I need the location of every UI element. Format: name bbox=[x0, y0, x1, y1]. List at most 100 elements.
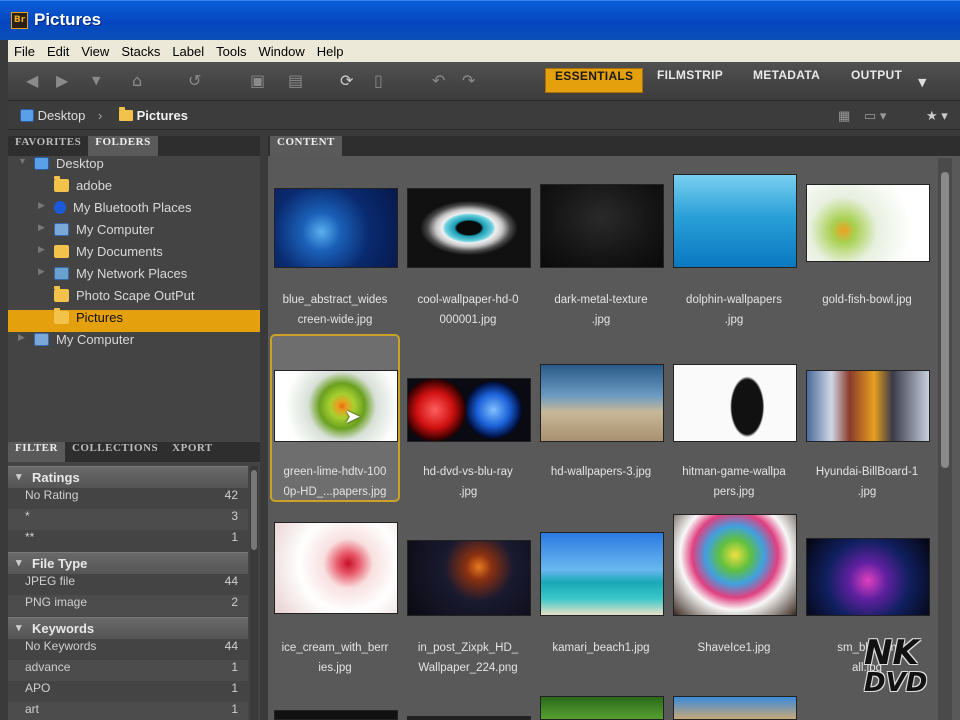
workspace-filmstrip[interactable]: FILMSTRIP bbox=[648, 68, 732, 93]
breadcrumb-pictures[interactable]: Pictures bbox=[119, 107, 188, 123]
menu-label[interactable]: Label bbox=[166, 44, 210, 59]
thumbnail-image[interactable] bbox=[407, 378, 531, 442]
tab-folders[interactable]: FOLDERS bbox=[88, 136, 158, 156]
thumbnail-item[interactable]: Hyundai-BillBoard-1 .jpg bbox=[802, 334, 932, 502]
thumbnail-image[interactable] bbox=[407, 716, 531, 720]
filter-row[interactable]: JPEG file 44 bbox=[8, 574, 248, 595]
forward-arrow-icon[interactable]: ▶ bbox=[56, 72, 68, 90]
filter-row[interactable]: No Rating 42 bbox=[8, 488, 248, 509]
menu-file[interactable]: File bbox=[8, 44, 41, 59]
thumbnail-image[interactable] bbox=[540, 696, 664, 720]
menu-stacks[interactable]: Stacks bbox=[115, 44, 166, 59]
star-filter-icon[interactable]: ★ ▾ bbox=[926, 108, 948, 124]
menu-tools[interactable]: Tools bbox=[210, 44, 252, 59]
thumbnail-item[interactable]: dolphin-wallpapers .jpg bbox=[669, 174, 799, 344]
thumbnail-item[interactable]: blue_abstract_wides creen-wide.jpg bbox=[270, 176, 400, 344]
thumbnail-image[interactable] bbox=[806, 538, 930, 616]
thumbnail-item[interactable]: dark-metal-texture .jpg bbox=[536, 176, 666, 344]
rotate-right-icon[interactable]: ↷ bbox=[462, 72, 475, 90]
expand-triangle-icon[interactable]: ▶ bbox=[38, 200, 45, 211]
thumbnail-image[interactable] bbox=[673, 696, 797, 720]
thumbnail-image[interactable] bbox=[540, 532, 664, 616]
back-arrow-icon[interactable]: ◀ bbox=[26, 72, 38, 90]
filetype-section-header[interactable]: File Type bbox=[8, 552, 248, 574]
thumbnail-image[interactable] bbox=[806, 184, 930, 262]
thumbnail-item[interactable]: gold-fish-bowl.jpg bbox=[802, 176, 932, 344]
workspace-metadata[interactable]: METADATA bbox=[744, 68, 829, 93]
refresh-icon[interactable]: ⟳ bbox=[340, 72, 353, 90]
thumbnail-item[interactable]: ice_cream_with_berr ies.jpg bbox=[270, 508, 400, 676]
thumbnail-image[interactable] bbox=[407, 188, 531, 268]
thumbnail-item[interactable]: in_post_Zixpk_HD_ Wallpaper_224.png bbox=[403, 508, 533, 676]
collapse-triangle-icon[interactable]: ▼ bbox=[18, 156, 27, 166]
tree-item-pictures[interactable]: Pictures bbox=[8, 308, 260, 332]
thumbnail-quality-icon[interactable]: ▦ bbox=[838, 108, 850, 124]
view-options-icon[interactable]: ▭ ▾ bbox=[864, 108, 886, 124]
menu-window[interactable]: Window bbox=[253, 44, 311, 59]
filter-row[interactable]: No Keywords 44 bbox=[8, 639, 248, 660]
filter-scrollbar[interactable] bbox=[250, 466, 258, 720]
expand-triangle-icon[interactable]: ▶ bbox=[18, 332, 25, 343]
thumbnail-image[interactable] bbox=[673, 364, 797, 442]
tab-favorites[interactable]: FAVORITES bbox=[8, 136, 88, 156]
filter-row[interactable]: APO 1 bbox=[8, 681, 248, 702]
filter-scrollbar-thumb[interactable] bbox=[251, 470, 257, 550]
tab-content[interactable]: CONTENT bbox=[270, 136, 342, 156]
menu-view[interactable]: View bbox=[75, 44, 115, 59]
title-bar[interactable]: Br Pictures bbox=[0, 0, 960, 40]
tab-filter[interactable]: FILTER bbox=[8, 442, 65, 462]
content-scrollbar[interactable] bbox=[938, 158, 952, 720]
thumbnail-image[interactable] bbox=[673, 174, 797, 268]
tab-collections[interactable]: COLLECTIONS bbox=[65, 442, 165, 462]
thumbnail-item[interactable]: hd-dvd-vs-blu-ray .jpg bbox=[403, 334, 533, 502]
workspace-output[interactable]: OUTPUT bbox=[842, 68, 911, 93]
menu-edit[interactable]: Edit bbox=[41, 44, 75, 59]
tree-item-my-computer[interactable]: ▶ My Computer bbox=[8, 222, 260, 244]
thumbnail-image[interactable] bbox=[274, 370, 398, 442]
thumbnail-image[interactable] bbox=[274, 710, 398, 720]
thumbnail-item-selected[interactable]: green-lime-hdtv-100 0p-HD_...papers.jpg bbox=[270, 334, 400, 502]
thumbnail-image[interactable] bbox=[540, 184, 664, 268]
filter-row[interactable]: art 1 bbox=[8, 702, 248, 720]
tree-item-network-places[interactable]: ▶ My Network Places bbox=[8, 266, 260, 288]
thumbnail-item[interactable]: cool-wallpaper-hd-0 000001.jpg bbox=[403, 176, 533, 344]
filter-row[interactable]: ** 1 bbox=[8, 530, 248, 551]
tree-item-desktop[interactable]: ▼ Desktop bbox=[8, 156, 260, 178]
thumbnail-image[interactable] bbox=[540, 364, 664, 442]
tree-item-photoscape-output[interactable]: Photo Scape OutPut bbox=[8, 286, 260, 310]
tree-item-my-computer-root[interactable]: ▶ My Computer bbox=[8, 332, 260, 354]
thumbnail-image[interactable] bbox=[274, 522, 398, 614]
thumbnail-image[interactable] bbox=[274, 188, 398, 268]
thumbnail-image[interactable] bbox=[806, 370, 930, 442]
filter-row[interactable]: * 3 bbox=[8, 509, 248, 530]
breadcrumb-desktop[interactable]: Desktop bbox=[20, 108, 85, 123]
reveal-recent-icon[interactable]: ↺ bbox=[188, 72, 201, 90]
keywords-section-header[interactable]: Keywords bbox=[8, 617, 248, 639]
open-recent-file-icon[interactable]: ▯ bbox=[374, 72, 383, 90]
get-photos-camera-icon[interactable]: ▣ bbox=[250, 72, 265, 90]
ratings-section-header[interactable]: Ratings bbox=[8, 466, 248, 488]
expand-triangle-icon[interactable]: ▶ bbox=[38, 244, 45, 255]
workspace-essentials[interactable]: ESSENTIALS bbox=[545, 68, 644, 93]
tree-item-adobe[interactable]: adobe bbox=[8, 176, 260, 200]
thumbnail-item[interactable]: hd-wallpapers-3.jpg bbox=[536, 334, 666, 502]
thumbnail-image[interactable] bbox=[407, 540, 531, 616]
filter-row[interactable]: PNG image 2 bbox=[8, 595, 248, 616]
tab-export[interactable]: XPORT bbox=[165, 442, 220, 462]
expand-triangle-icon[interactable]: ▶ bbox=[38, 222, 45, 233]
filter-row[interactable]: advance 1 bbox=[8, 660, 248, 681]
menu-help[interactable]: Help bbox=[311, 44, 350, 59]
thumbnail-item[interactable]: ShaveIce1.jpg bbox=[669, 508, 799, 676]
go-to-parent-icon[interactable]: ⌂ bbox=[132, 72, 142, 90]
thumbnail-image[interactable] bbox=[673, 514, 797, 616]
tree-item-my-documents[interactable]: ▶ My Documents bbox=[8, 244, 260, 266]
content-scrollbar-thumb[interactable] bbox=[941, 172, 949, 468]
workspace-dropdown-icon[interactable]: ▼ bbox=[918, 74, 926, 92]
tree-item-bluetooth[interactable]: ▶ My Bluetooth Places bbox=[8, 200, 260, 222]
expand-triangle-icon[interactable]: ▶ bbox=[38, 266, 45, 277]
thumbnail-item[interactable]: hitman-game-wallpa pers.jpg bbox=[669, 334, 799, 502]
refine-icon[interactable]: ▤ bbox=[288, 72, 303, 90]
thumbnail-item[interactable]: kamari_beach1.jpg bbox=[536, 508, 666, 676]
recent-dropdown-icon[interactable]: ▼ bbox=[92, 72, 100, 90]
rotate-left-icon[interactable]: ↶ bbox=[432, 72, 445, 90]
